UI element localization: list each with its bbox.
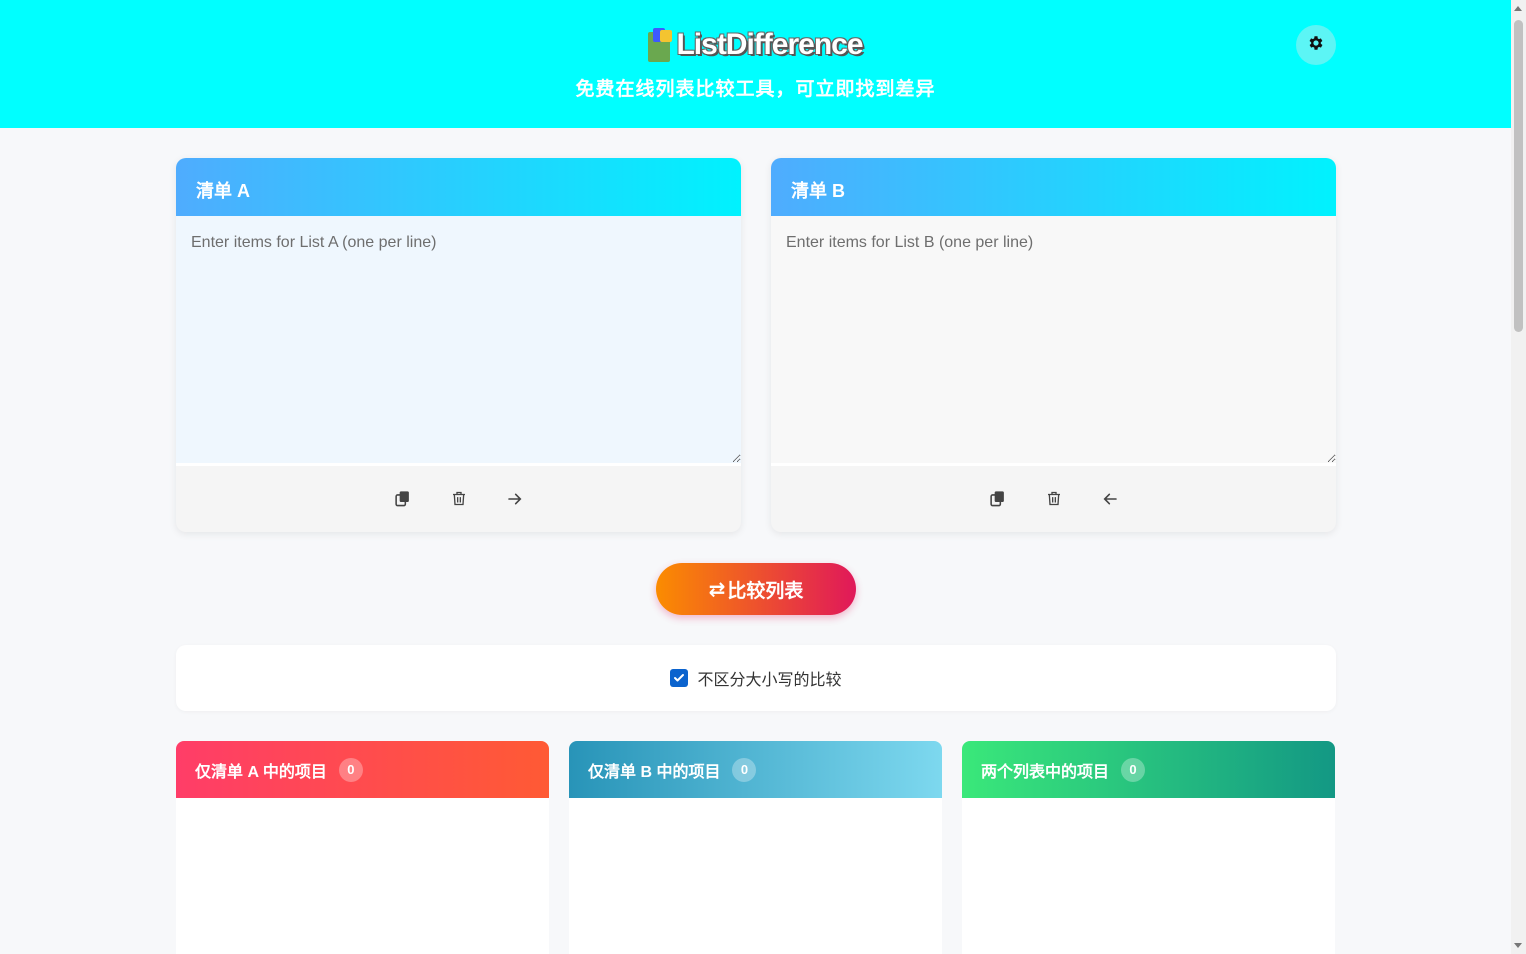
scrollbar-thumb[interactable] [1514, 20, 1523, 332]
only-in-a-card: 仅清单 A 中的项目 0 [176, 741, 549, 954]
only-in-b-title: 仅清单 B 中的项目 [588, 763, 721, 781]
only-in-b-count-badge: 0 [732, 757, 757, 782]
page-scrollbar[interactable] [1511, 0, 1526, 954]
gear-icon [1307, 34, 1325, 57]
move-to-list-a-button[interactable] [1098, 489, 1122, 513]
move-to-list-b-button[interactable] [503, 489, 527, 513]
list-a-input[interactable] [176, 216, 741, 466]
page: ListDifference 免费在线列表比较工具，可立即找到差异 清单 A E… [0, 0, 1511, 954]
only-in-a-header: 仅清单 A 中的项目 0 [176, 741, 549, 798]
list-a-card: 清单 A [176, 158, 741, 532]
logo[interactable]: ListDifference [648, 26, 864, 64]
theme-toggle-button[interactable] [1296, 25, 1336, 65]
arrow-right-icon [507, 491, 523, 512]
arrow-left-icon [1102, 491, 1118, 512]
list-a-title: 清单 A [176, 158, 741, 216]
clear-list-b-button[interactable] [1042, 489, 1066, 513]
trash-icon [1046, 490, 1062, 512]
case-insensitive-checkbox[interactable] [670, 669, 689, 687]
clear-list-a-button[interactable] [447, 489, 471, 513]
in-both-card: 两个列表中的项目 0 [962, 741, 1335, 954]
list-a-toolbar [176, 466, 741, 532]
in-both-count-badge: 0 [1121, 757, 1146, 782]
in-both-header: 两个列表中的项目 0 [962, 741, 1335, 798]
list-b-title: 清单 B [771, 158, 1336, 216]
compare-section: ⇄ 比较列表 [176, 563, 1336, 615]
results-section: 仅清单 A 中的项目 0 仅清单 B 中的项目 0 两个列表中的项目 0 [176, 741, 1336, 954]
in-both-title: 两个列表中的项目 [981, 763, 1110, 781]
copy-list-b-button[interactable] [986, 489, 1010, 513]
list-b-toolbar [771, 466, 1336, 532]
only-in-a-count-badge: 0 [338, 757, 363, 782]
only-in-b-card: 仅清单 B 中的项目 0 [569, 741, 942, 954]
swap-arrows-icon: ⇄ [708, 578, 726, 601]
copy-icon [394, 490, 411, 512]
compare-lists-label: 比较列表 [727, 580, 804, 602]
logo-icon [648, 28, 674, 62]
copy-list-a-button[interactable] [391, 489, 415, 513]
options-panel: 不区分大小写的比较 [176, 645, 1336, 711]
logo-text: ListDifference [676, 28, 863, 61]
compare-lists-button[interactable]: ⇄ 比较列表 [656, 563, 856, 615]
only-in-b-header: 仅清单 B 中的项目 0 [569, 741, 942, 798]
list-b-card: 清单 B [771, 158, 1336, 532]
page-subtitle: 免费在线列表比较工具，可立即找到差异 [575, 79, 936, 100]
trash-icon [451, 490, 467, 512]
scroll-down-arrow-icon[interactable] [1514, 943, 1522, 948]
case-insensitive-label[interactable]: 不区分大小写的比较 [697, 666, 841, 690]
list-inputs: 清单 A Enter items for List A (one per lin… [176, 158, 1336, 532]
list-b-input[interactable] [771, 216, 1336, 466]
scroll-up-arrow-icon[interactable] [1514, 6, 1522, 11]
copy-icon [989, 490, 1006, 512]
only-in-a-title: 仅清单 A 中的项目 [195, 763, 327, 781]
site-header: ListDifference 免费在线列表比较工具，可立即找到差异 [0, 0, 1511, 128]
